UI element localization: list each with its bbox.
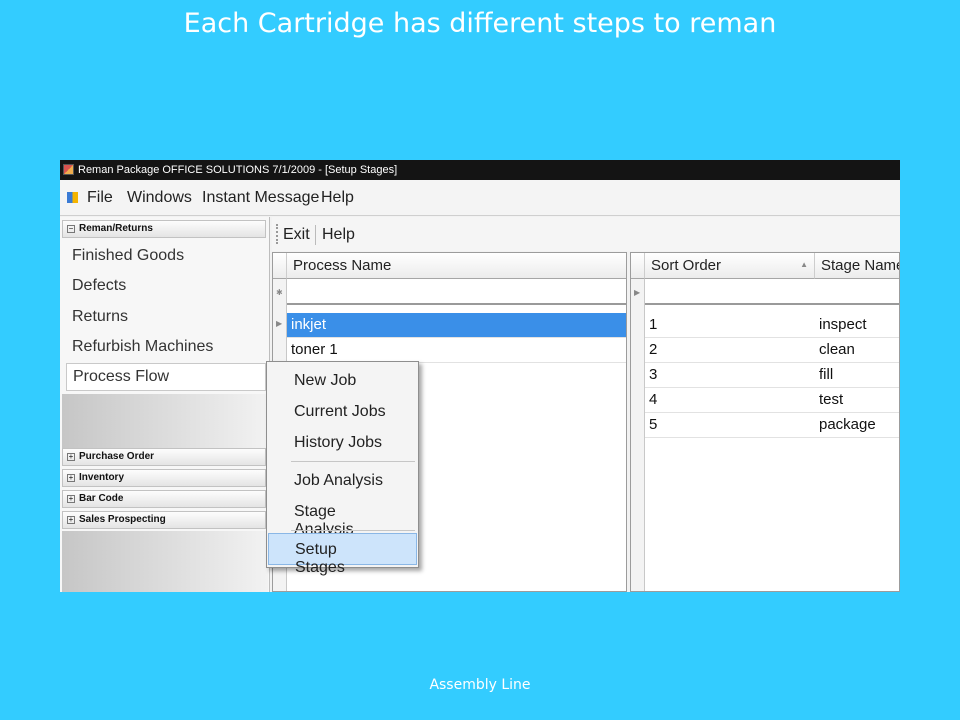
slide-footer: Assembly Line [429, 677, 531, 693]
app-window: Reman Package OFFICE SOLUTIONS 7/1/2009 … [60, 160, 900, 592]
column-header-stage-name[interactable]: Stage Name [815, 253, 899, 279]
stage-name-cell[interactable]: test [815, 388, 899, 413]
stage-name-cell[interactable]: package [815, 413, 899, 438]
menu-item-current-jobs[interactable]: Current Jobs [268, 396, 417, 428]
row-header-corner [631, 253, 645, 279]
stage-sort-order-cell[interactable]: 4 [645, 388, 815, 413]
process-row-inkjet[interactable]: inkjet [287, 313, 626, 338]
expand-icon: + [67, 473, 75, 482]
sidebar-item-returns[interactable]: Returns [72, 308, 128, 326]
window-title: Reman Package OFFICE SOLUTIONS 7/1/2009 … [78, 164, 398, 176]
stage-sort-order-cell[interactable]: 5 [645, 413, 815, 438]
sort-ascending-icon: ▲ [800, 260, 808, 269]
stage-name-cell[interactable]: fill [815, 363, 899, 388]
stage-grid: Sort Order ▲ Stage Name ▶ 1 inspect 2 cl… [630, 252, 900, 592]
menu-separator [291, 461, 415, 462]
stage-sort-order-cell[interactable]: 3 [645, 363, 815, 388]
menu-bar: File Windows Instant Message Help [60, 180, 900, 216]
window-titlebar: Reman Package OFFICE SOLUTIONS 7/1/2009 … [60, 160, 900, 180]
group-header-bar-code[interactable]: + Bar Code [62, 490, 266, 508]
expand-icon: + [67, 452, 75, 461]
sidebar-item-refurbish-machines[interactable]: Refurbish Machines [72, 338, 213, 356]
group-header-inventory[interactable]: + Inventory [62, 469, 266, 487]
group-header-purchase-order[interactable]: + Purchase Order [62, 448, 266, 466]
menu-item-stage-analysis[interactable]: Stage Analysis [268, 496, 417, 538]
toolbar: Exit Help [272, 217, 900, 251]
sidebar-shade-bottom [62, 531, 268, 592]
group-label: Reman/Returns [79, 223, 153, 234]
group-label: Sales Prospecting [79, 514, 166, 525]
stage-sort-order-cell[interactable]: 1 [645, 313, 815, 338]
menu-item-job-analysis[interactable]: Job Analysis [268, 465, 417, 497]
mdi-window-icon[interactable] [67, 192, 78, 203]
group-header-reman-returns[interactable]: − Reman/Returns [62, 220, 266, 238]
expand-icon: + [67, 494, 75, 503]
process-row-toner-1[interactable]: toner 1 [287, 338, 626, 363]
row-header-corner [273, 253, 287, 279]
sidebar: − Reman/Returns Finished Goods Defects R… [60, 217, 270, 592]
group-label: Bar Code [79, 493, 124, 504]
new-row-marker-icon: ✱ [276, 288, 283, 297]
new-row-marker-icon: ▶ [634, 288, 641, 297]
menu-item-new-job[interactable]: New Job [268, 365, 417, 397]
app-icon [63, 164, 74, 175]
sidebar-item-defects[interactable]: Defects [72, 277, 126, 295]
group-label: Purchase Order [79, 451, 155, 462]
process-flow-menu: New Job Current Jobs History Jobs Job An… [266, 361, 419, 576]
new-row[interactable] [287, 279, 626, 305]
column-label: Sort Order [651, 257, 722, 274]
column-header-sort-order[interactable]: Sort Order ▲ [645, 253, 815, 279]
exit-button[interactable]: Exit [283, 226, 310, 244]
stage-name-cell[interactable]: clean [815, 338, 899, 363]
row-header-strip [631, 279, 645, 591]
group-label: Inventory [79, 472, 125, 483]
sidebar-item-process-flow[interactable]: Process Flow [66, 363, 266, 391]
column-header-process-name[interactable]: Process Name [287, 253, 626, 279]
menu-item-setup-stages[interactable]: Setup Stages [268, 533, 417, 576]
menu-instant-message[interactable]: Instant Message [202, 189, 319, 207]
group-header-sales-prospecting[interactable]: + Sales Prospecting [62, 511, 266, 529]
help-button[interactable]: Help [322, 226, 355, 244]
toolbar-separator [315, 225, 316, 245]
toolbar-grip-icon[interactable] [276, 224, 279, 244]
slide-title: Each Cartridge has different steps to re… [183, 8, 777, 39]
menu-windows[interactable]: Windows [127, 189, 192, 207]
current-row-marker-icon: ▶ [276, 319, 283, 328]
menu-separator [291, 530, 415, 531]
menu-file[interactable]: File [87, 189, 113, 207]
sidebar-item-finished-goods[interactable]: Finished Goods [72, 247, 184, 265]
sidebar-shade [62, 394, 268, 448]
stage-sort-order-cell[interactable]: 2 [645, 338, 815, 363]
stage-name-cell[interactable]: inspect [815, 313, 899, 338]
menu-help[interactable]: Help [321, 189, 354, 207]
new-row[interactable] [645, 279, 899, 305]
expand-icon: + [67, 515, 75, 524]
menu-item-history-jobs[interactable]: History Jobs [268, 427, 417, 459]
collapse-icon: − [67, 224, 75, 233]
